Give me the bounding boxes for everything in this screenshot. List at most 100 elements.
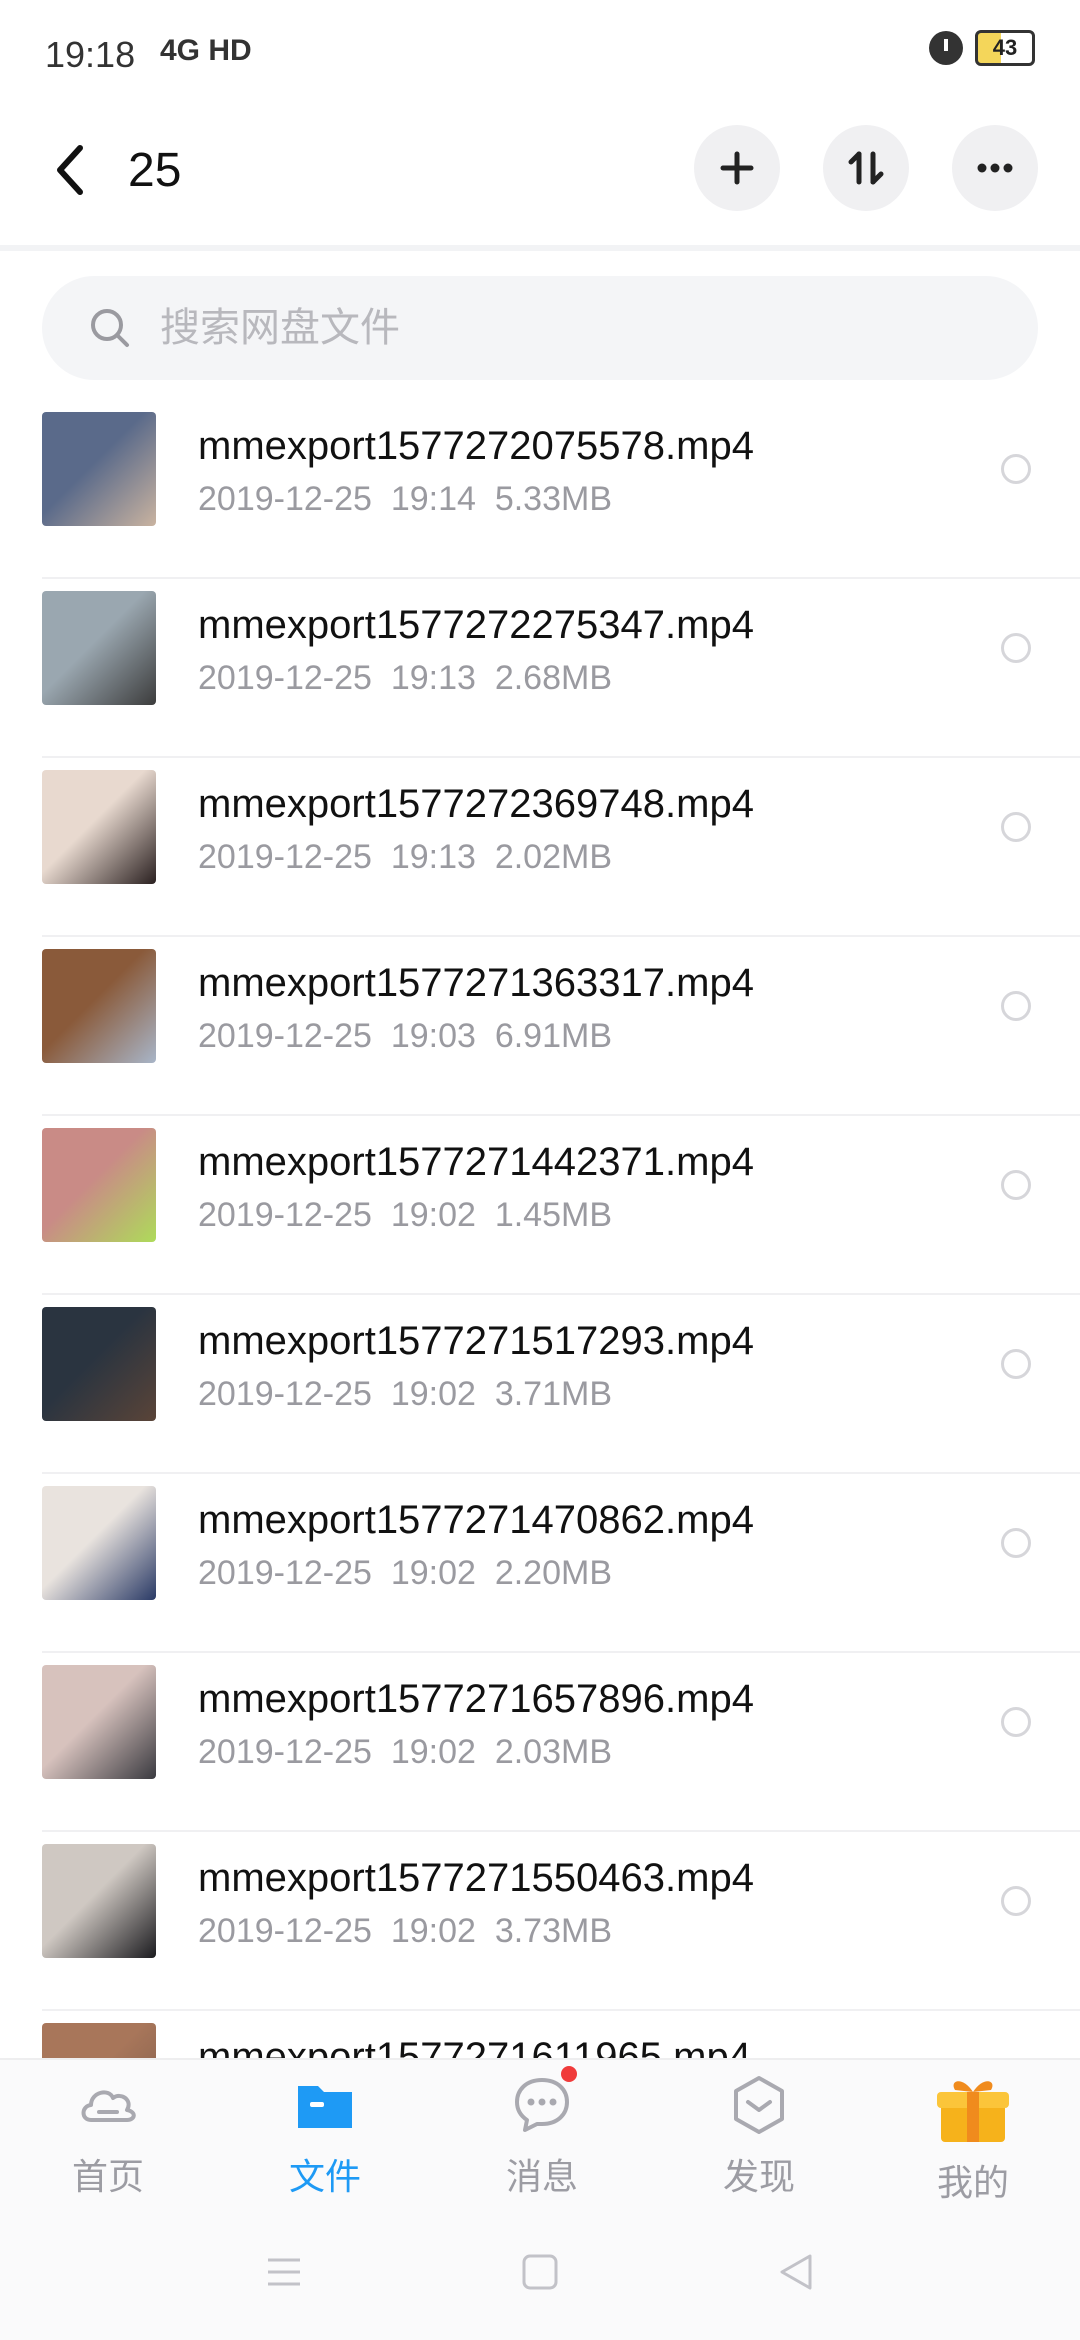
file-size: 2.20MB	[494, 1554, 613, 1592]
file-time: 19:02	[390, 1196, 476, 1234]
video-thumbnail	[42, 2023, 156, 2060]
file-date: 2019-12-25	[198, 1196, 372, 1234]
tab-messages-label: 消息	[505, 2156, 578, 2197]
file-row[interactable]: mmexport1577271517293.mp4 2019-12-25 19:0…	[0, 1295, 1080, 1474]
select-radio[interactable]	[1001, 633, 1031, 663]
file-date: 2019-12-25	[198, 1017, 372, 1055]
video-thumbnail	[42, 949, 156, 1063]
select-radio[interactable]	[1001, 1528, 1031, 1558]
file-row[interactable]: mmexport1577271611965.mp4	[0, 2011, 1080, 2060]
file-name: mmexport1577271657896.mp4	[198, 1677, 754, 1721]
file-list: mmexport1577272075578.mp4 2019-12-25 19:1…	[0, 400, 1080, 2060]
menu-icon[interactable]	[262, 2250, 306, 2294]
search-placeholder: 搜索网盘文件	[160, 306, 400, 350]
gift-icon	[933, 2072, 1013, 2144]
video-thumbnail	[42, 412, 156, 526]
select-radio[interactable]	[1001, 1170, 1031, 1200]
file-name: mmexport1577272275347.mp4	[198, 603, 754, 647]
file-size: 2.68MB	[494, 659, 613, 697]
file-meta: 2019-12-25 19:02 2.20MB	[198, 1554, 612, 1593]
file-meta: 2019-12-25 19:13 2.02MB	[198, 838, 612, 877]
file-row[interactable]: mmexport1577272075578.mp4 2019-12-25 19:1…	[0, 400, 1080, 579]
file-date: 2019-12-25	[198, 480, 372, 518]
file-time: 19:14	[390, 480, 476, 518]
file-size: 3.71MB	[494, 1375, 613, 1413]
cloud-icon	[75, 2072, 141, 2138]
file-time: 19:02	[390, 1375, 476, 1413]
file-meta: 2019-12-25 19:02 3.73MB	[198, 1912, 612, 1951]
battery-indicator: 43	[975, 30, 1035, 66]
more-button[interactable]	[952, 125, 1038, 211]
file-time: 19:02	[390, 1554, 476, 1592]
file-meta: 2019-12-25 19:02 1.45MB	[198, 1196, 612, 1235]
tab-home[interactable]: 首页	[38, 2072, 178, 2202]
file-date: 2019-12-25	[198, 1375, 372, 1413]
file-name: mmexport1577271470862.mp4	[198, 1498, 754, 1542]
file-row[interactable]: mmexport1577271442371.mp4 2019-12-25 19:0…	[0, 1116, 1080, 1295]
tab-discover-label: 发现	[722, 2156, 795, 2197]
sort-button[interactable]	[823, 125, 909, 211]
discover-icon	[726, 2072, 792, 2138]
unread-badge	[561, 2066, 577, 2082]
back-icon[interactable]	[50, 140, 90, 200]
tab-bar: 首页 文件 消息 发现 我的	[0, 2058, 1080, 2210]
file-size: 6.91MB	[494, 1017, 613, 1055]
video-thumbnail	[42, 1844, 156, 1958]
video-thumbnail	[42, 1307, 156, 1421]
file-size: 2.02MB	[494, 838, 613, 876]
tab-files[interactable]: 文件	[255, 2072, 395, 2202]
tab-files-label: 文件	[288, 2156, 361, 2197]
alarm-icon	[929, 31, 963, 65]
sort-icon	[848, 151, 884, 185]
select-radio[interactable]	[1001, 991, 1031, 1021]
file-meta: 2019-12-25 19:02 3.71MB	[198, 1375, 612, 1414]
file-name: mmexport1577271550463.mp4	[198, 1856, 754, 1900]
file-date: 2019-12-25	[198, 1733, 372, 1771]
back-nav-icon[interactable]	[774, 2250, 818, 2294]
select-radio[interactable]	[1001, 1886, 1031, 1916]
add-button[interactable]	[694, 125, 780, 211]
select-radio[interactable]	[1001, 1707, 1031, 1737]
home-icon[interactable]	[518, 2250, 562, 2294]
file-time: 19:13	[390, 838, 476, 876]
file-date: 2019-12-25	[198, 838, 372, 876]
tab-home-label: 首页	[71, 2156, 144, 2197]
status-bar: 19:18 4G HD 43	[0, 0, 1080, 110]
search-bar[interactable]: 搜索网盘文件	[42, 276, 1038, 380]
video-thumbnail	[42, 770, 156, 884]
file-meta: 2019-12-25 19:14 5.33MB	[198, 480, 612, 519]
file-size: 3.73MB	[494, 1912, 613, 1950]
file-meta: 2019-12-25 19:13 2.68MB	[198, 659, 612, 698]
tab-me-label: 我的	[936, 2162, 1009, 2203]
tab-me[interactable]: 我的	[903, 2072, 1043, 2203]
file-name: mmexport1577271363317.mp4	[198, 961, 754, 1005]
search-icon	[91, 309, 129, 347]
more-icon	[977, 163, 1013, 173]
select-radio[interactable]	[1001, 454, 1031, 484]
file-time: 19:13	[390, 659, 476, 697]
file-row[interactable]: mmexport1577271470862.mp4 2019-12-25 19:0…	[0, 1474, 1080, 1653]
file-name: mmexport1577271442371.mp4	[198, 1140, 754, 1184]
tab-discover[interactable]: 发现	[689, 2072, 829, 2202]
file-name: mmexport1577272369748.mp4	[198, 782, 754, 826]
system-nav-bar	[0, 2208, 1080, 2340]
file-date: 2019-12-25	[198, 1912, 372, 1950]
file-name: mmexport1577271611965.mp4	[198, 2035, 751, 2060]
file-name: mmexport1577271517293.mp4	[198, 1319, 754, 1363]
file-row[interactable]: mmexport1577271363317.mp4 2019-12-25 19:0…	[0, 937, 1080, 1116]
page-title: 25	[128, 144, 182, 197]
file-row[interactable]: mmexport1577271657896.mp4 2019-12-25 19:0…	[0, 1653, 1080, 1832]
file-size: 2.03MB	[494, 1733, 613, 1771]
file-time: 19:03	[390, 1017, 476, 1055]
file-row[interactable]: mmexport1577272369748.mp4 2019-12-25 19:1…	[0, 758, 1080, 937]
select-radio[interactable]	[1001, 812, 1031, 842]
file-size: 1.45MB	[494, 1196, 613, 1234]
folder-icon	[292, 2072, 358, 2138]
tab-messages[interactable]: 消息	[472, 2066, 612, 2202]
select-radio[interactable]	[1001, 1349, 1031, 1379]
video-thumbnail	[42, 1665, 156, 1779]
file-name: mmexport1577272075578.mp4	[198, 424, 754, 468]
file-row[interactable]: mmexport1577272275347.mp4 2019-12-25 19:1…	[0, 579, 1080, 758]
video-thumbnail	[42, 591, 156, 705]
file-row[interactable]: mmexport1577271550463.mp4 2019-12-25 19:0…	[0, 1832, 1080, 2011]
